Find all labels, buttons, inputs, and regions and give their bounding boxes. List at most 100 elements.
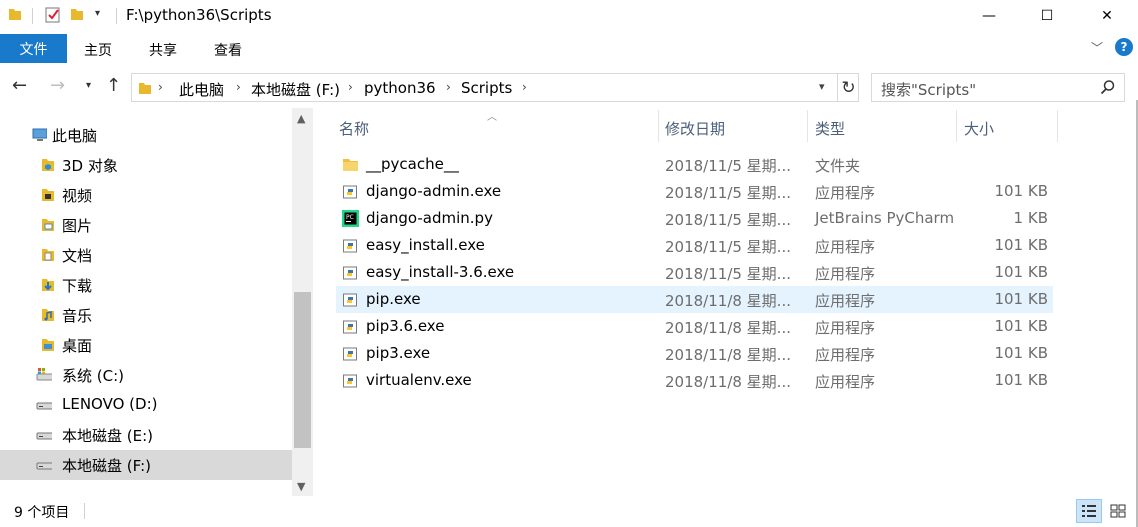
file-row[interactable]: pip3.6.exe 2018/11/8 星期... 应用程序 101 KB xyxy=(336,313,1053,340)
file-date: 2018/11/8 星期... xyxy=(665,346,791,364)
python-exe-icon xyxy=(343,347,357,361)
address-bar[interactable]: › 此电脑 › 本地磁盘 (F:) › python36 › Scripts ›… xyxy=(131,73,859,102)
file-size: 1 KB xyxy=(1013,209,1048,227)
maximize-button[interactable]: ☐ xyxy=(1024,0,1070,32)
recent-locations-icon[interactable]: ▾ xyxy=(86,80,91,91)
tab-file[interactable]: 文件 xyxy=(0,34,67,63)
file-row[interactable]: pip3.exe 2018/11/8 星期... 应用程序 101 KB xyxy=(336,340,1053,367)
scroll-down-icon[interactable]: ▼ xyxy=(297,480,305,493)
svg-text:PC: PC xyxy=(346,214,354,221)
nav-item-local-f[interactable]: 本地磁盘 (F:) xyxy=(0,450,292,480)
new-folder-icon[interactable] xyxy=(70,6,84,22)
up-button[interactable]: ↑ xyxy=(106,75,121,96)
nav-item-local-e[interactable]: 本地磁盘 (E:) xyxy=(0,420,292,450)
tab-share[interactable]: 共享 xyxy=(149,40,177,60)
breadcrumb-this-pc[interactable]: 此电脑 xyxy=(179,79,224,100)
breadcrumb-drive-f[interactable]: 本地磁盘 (F:) xyxy=(251,79,340,100)
nav-label: 系统 (C:) xyxy=(62,367,124,385)
breadcrumb-scripts[interactable]: Scripts xyxy=(461,79,512,97)
breadcrumb-separator[interactable]: › xyxy=(348,80,353,94)
expand-ribbon-icon[interactable]: ﹀ xyxy=(1091,39,1103,56)
column-header-type[interactable]: 类型 xyxy=(808,110,956,142)
system-drive-icon xyxy=(36,368,52,381)
nav-item-music[interactable]: 音乐 xyxy=(0,300,292,330)
file-row[interactable]: easy_install.exe 2018/11/5 星期... 应用程序 10… xyxy=(336,232,1053,259)
refresh-button[interactable]: ↻ xyxy=(837,74,859,101)
tab-view[interactable]: 查看 xyxy=(214,40,242,60)
file-row[interactable]: easy_install-3.6.exe 2018/11/5 星期... 应用程… xyxy=(336,259,1053,286)
file-size: 101 KB xyxy=(994,263,1048,281)
file-row[interactable]: django-admin.exe 2018/11/5 星期... 应用程序 10… xyxy=(336,178,1053,205)
breadcrumb-separator[interactable]: › xyxy=(236,80,241,94)
file-name: easy_install.exe xyxy=(366,236,485,254)
address-dropdown-icon[interactable]: ▾ xyxy=(819,80,825,93)
nav-item-lenovo-d[interactable]: LENOVO (D:) xyxy=(0,390,292,420)
breadcrumb-separator[interactable]: › xyxy=(522,80,527,94)
minimize-icon: — xyxy=(982,8,996,24)
file-name: easy_install-3.6.exe xyxy=(366,263,515,281)
back-button[interactable]: ← xyxy=(12,75,27,96)
computer-icon xyxy=(32,128,47,141)
search-input[interactable]: 搜索"Scripts" xyxy=(881,79,976,100)
nav-scrollbar[interactable]: ▲ ▼ xyxy=(292,108,313,496)
nav-item-pictures[interactable]: 图片 xyxy=(0,210,292,240)
minimize-button[interactable]: — xyxy=(966,0,1012,32)
item-count: 9 个项目 xyxy=(14,505,70,521)
nav-label: 图片 xyxy=(62,217,93,235)
refresh-icon: ↻ xyxy=(841,77,856,98)
nav-label: 3D 对象 xyxy=(62,157,118,175)
nav-item-documents[interactable]: 文档 xyxy=(0,240,292,270)
file-row[interactable]: virtualenv.exe 2018/11/8 星期... 应用程序 101 … xyxy=(336,367,1053,394)
nav-label: 视频 xyxy=(62,187,93,205)
file-type: 应用程序 xyxy=(815,265,876,283)
nav-item-this-pc[interactable]: 此电脑 xyxy=(0,120,292,150)
close-button[interactable]: ✕ xyxy=(1084,0,1130,32)
column-header-size[interactable]: 大小 xyxy=(957,110,1057,142)
file-name: pip3.exe xyxy=(366,344,431,362)
quick-access-dropdown-icon[interactable]: ▾ xyxy=(95,8,100,19)
nav-item-downloads[interactable]: 下载 xyxy=(0,270,292,300)
breadcrumb-separator[interactable]: › xyxy=(446,80,451,94)
title-bar: ▾ F:\python36\Scripts — ☐ ✕ xyxy=(0,0,1138,33)
column-divider[interactable] xyxy=(1057,110,1058,142)
breadcrumb-python36[interactable]: python36 xyxy=(364,79,436,97)
nav-item-system-c[interactable]: 系统 (C:) xyxy=(0,360,292,390)
close-icon: ✕ xyxy=(1101,8,1113,24)
nav-label: 本地磁盘 (E:) xyxy=(62,427,154,445)
nav-label: 此电脑 xyxy=(52,127,98,145)
file-type: 应用程序 xyxy=(815,346,876,364)
details-view-button[interactable] xyxy=(1076,499,1102,523)
3d-objects-icon xyxy=(42,159,54,171)
breadcrumb-separator[interactable]: › xyxy=(158,80,163,94)
file-type: 应用程序 xyxy=(815,319,876,337)
file-name: django-admin.py xyxy=(366,209,493,227)
drive-icon xyxy=(36,432,52,440)
search-icon[interactable] xyxy=(1100,79,1116,95)
status-divider xyxy=(84,503,85,519)
file-type: 应用程序 xyxy=(815,238,876,256)
nav-item-desktop[interactable]: 桌面 xyxy=(0,330,292,360)
pictures-folder-icon xyxy=(42,219,54,231)
search-box[interactable]: 搜索"Scripts" xyxy=(871,73,1125,102)
file-date: 2018/11/5 星期... xyxy=(665,157,791,175)
properties-icon[interactable] xyxy=(44,6,62,24)
maximize-icon: ☐ xyxy=(1040,8,1054,24)
scroll-up-icon[interactable]: ▲ xyxy=(297,112,305,125)
column-header-date[interactable]: 修改日期 xyxy=(659,110,807,142)
file-row[interactable]: PC django-admin.py 2018/11/5 星期... JetBr… xyxy=(336,205,1053,232)
file-size: 101 KB xyxy=(994,290,1048,308)
tab-home[interactable]: 主页 xyxy=(84,40,112,60)
scrollbar-thumb[interactable] xyxy=(294,292,311,448)
file-row[interactable]: pip.exe 2018/11/8 星期... 应用程序 101 KB xyxy=(336,286,1053,313)
drive-icon xyxy=(36,462,52,470)
file-size: 101 KB xyxy=(994,236,1048,254)
forward-button[interactable]: → xyxy=(50,75,65,96)
file-row[interactable]: __pycache__ 2018/11/5 星期... 文件夹 xyxy=(336,151,1053,178)
nav-item-videos[interactable]: 视频 xyxy=(0,180,292,210)
large-icons-view-button[interactable] xyxy=(1105,499,1131,523)
nav-item-3d-objects[interactable]: 3D 对象 xyxy=(0,150,292,180)
python-exe-icon xyxy=(343,239,357,253)
column-header-name[interactable]: 名称 xyxy=(336,110,658,142)
help-icon[interactable]: ? xyxy=(1115,38,1133,56)
details-view-icon xyxy=(1082,505,1096,517)
